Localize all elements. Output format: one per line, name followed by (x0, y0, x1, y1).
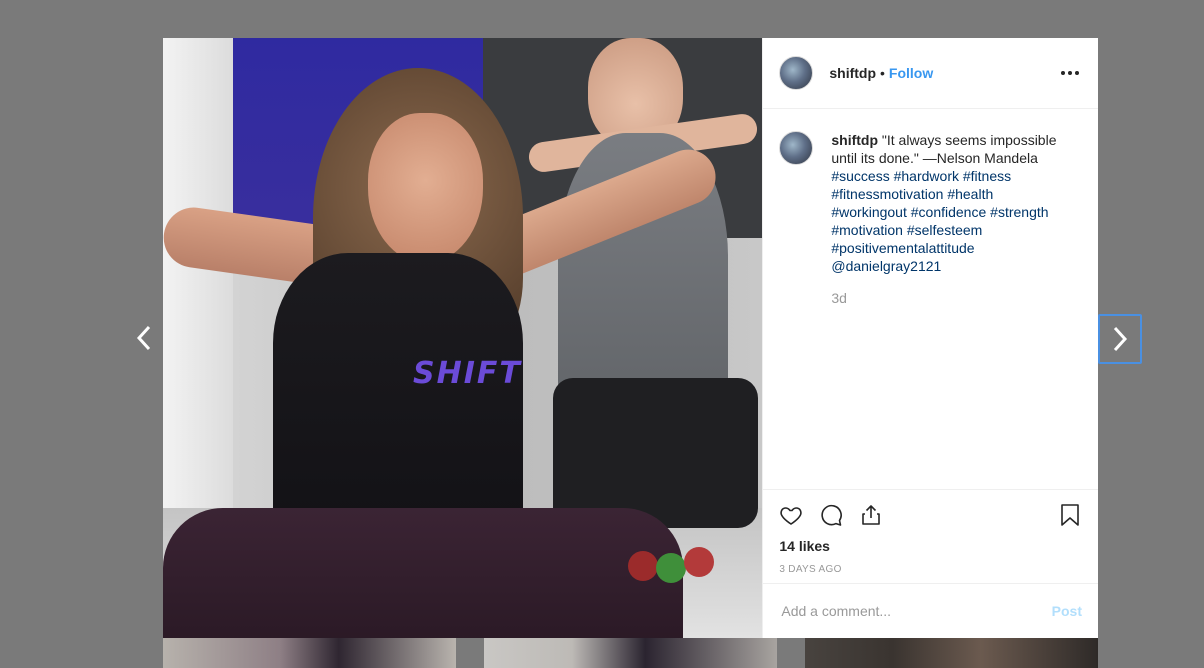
post-date[interactable]: 3 DAYS AGO (779, 564, 1082, 575)
grid-thumbnail[interactable] (805, 638, 1098, 668)
comment-icon[interactable] (819, 503, 843, 527)
comment-input[interactable] (779, 602, 1052, 620)
hashtag-link[interactable]: #selfesteem (907, 222, 982, 238)
post-header: shiftdp • Follow (763, 38, 1098, 109)
caption-avatar[interactable] (779, 131, 814, 165)
grid-thumbnail[interactable] (484, 638, 777, 668)
hashtag-link[interactable]: @danielgray2121 (831, 258, 941, 274)
post-actions: 14 likes 3 DAYS AGO (763, 489, 1098, 583)
bookmark-icon[interactable] (1058, 503, 1082, 527)
action-icons-row (779, 498, 1082, 532)
chevron-left-icon (136, 325, 151, 351)
hashtag-link[interactable]: #confidence (911, 204, 987, 220)
photo-ball (684, 547, 714, 577)
hashtag-link[interactable]: #hardwork (894, 168, 959, 184)
chevron-right-icon (1113, 326, 1128, 352)
post-side-panel: shiftdp • Follow shiftdp "It always seem… (762, 38, 1098, 638)
share-icon[interactable] (859, 503, 883, 527)
hashtag-link[interactable]: #positivementalattitude (831, 240, 974, 256)
header-separator: • (880, 65, 885, 81)
heart-icon[interactable] (779, 503, 803, 527)
photo-medicine-balls (628, 543, 718, 583)
header-username[interactable]: shiftdp (829, 65, 876, 81)
next-post-button[interactable] (1098, 314, 1142, 364)
grid-thumbnail[interactable] (163, 638, 456, 668)
previous-post-button[interactable] (124, 314, 164, 362)
avatar[interactable] (779, 56, 814, 90)
caption-time[interactable]: 3d (831, 289, 1071, 307)
likes-count[interactable]: 14 likes (779, 538, 1082, 554)
post-photo[interactable]: SHIFT (163, 38, 763, 638)
post-comment-button[interactable]: Post (1052, 603, 1082, 619)
hashtag-link[interactable]: #workingout (831, 204, 907, 220)
post-caption: shiftdp "It always seems impossible unti… (831, 131, 1071, 489)
photo-ball (656, 553, 686, 583)
follow-button[interactable]: Follow (889, 65, 933, 81)
hashtag-link[interactable]: #fitnessmotivation (831, 186, 943, 202)
caption-username[interactable]: shiftdp (831, 132, 878, 148)
hashtag-link[interactable]: #fitness (963, 168, 1011, 184)
more-options-icon[interactable] (1058, 61, 1082, 85)
comments-section: shiftdp "It always seems impossible unti… (763, 109, 1098, 489)
hashtag-link[interactable]: #health (947, 186, 993, 202)
photo-ball (628, 551, 658, 581)
hashtag-link[interactable]: #strength (990, 204, 1048, 220)
post-modal: SHIFT shiftdp • Follow shiftdp "It alway… (163, 38, 1098, 638)
hashtag-link[interactable]: #success (831, 168, 889, 184)
photo-person-front-legs (163, 508, 683, 638)
comment-form: Post (763, 583, 1098, 638)
photo-person-back-legs (553, 378, 758, 528)
photo-person-front-face (368, 113, 483, 263)
hashtag-link[interactable]: #motivation (831, 222, 903, 238)
caption-hashtags: #success #hardwork #fitness #fitnessmoti… (831, 168, 1048, 274)
photo-tank-logo: SHIFT (413, 356, 522, 391)
